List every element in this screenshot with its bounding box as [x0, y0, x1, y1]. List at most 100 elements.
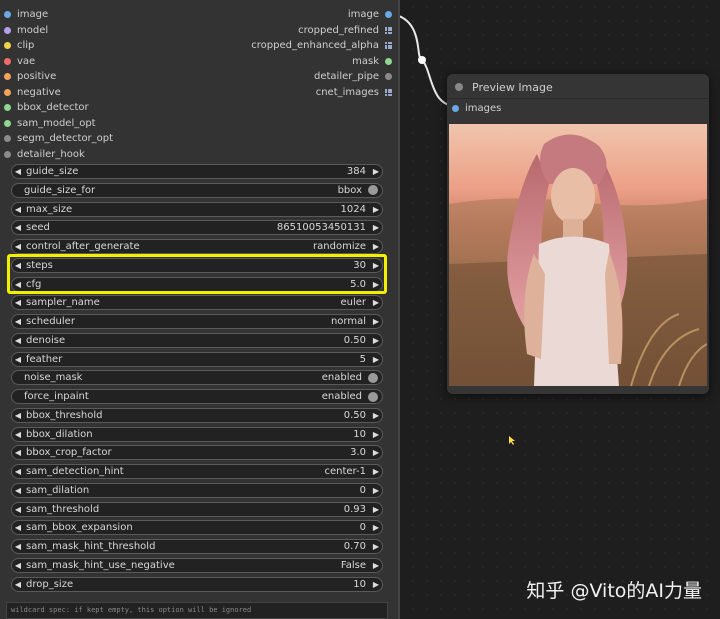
- increment-arrow-icon[interactable]: ▶: [370, 542, 382, 551]
- input-slot-detailer-hook[interactable]: detailer_hook: [4, 147, 85, 162]
- increment-arrow-icon[interactable]: ▶: [370, 580, 382, 589]
- widget-force-inpaint[interactable]: force_inpaint enabled: [11, 389, 383, 404]
- increment-arrow-icon[interactable]: ▶: [370, 448, 382, 457]
- decrement-arrow-icon[interactable]: ◀: [12, 411, 24, 420]
- increment-arrow-icon[interactable]: ▶: [370, 205, 382, 214]
- decrement-arrow-icon[interactable]: ◀: [12, 561, 24, 570]
- widget-seed[interactable]: ◀ seed 86510053450131 ▶: [11, 220, 383, 236]
- widget-sam-mask-hint-use-negative[interactable]: ◀ sam_mask_hint_use_negative False ▶: [11, 557, 383, 573]
- input-slot-segm-detector-opt[interactable]: segm_detector_opt: [4, 131, 113, 146]
- decrement-arrow-icon[interactable]: ◀: [12, 167, 24, 176]
- widget-sampler-name[interactable]: ◀ sampler_name euler ▶: [11, 295, 383, 311]
- output-slot-cnet-images[interactable]: cnet_images: [316, 85, 392, 100]
- input-slot-image[interactable]: image: [4, 7, 48, 22]
- increment-arrow-icon[interactable]: ▶: [370, 523, 382, 532]
- widget-sam-mask-hint-threshold[interactable]: ◀ sam_mask_hint_threshold 0.70 ▶: [11, 539, 383, 554]
- widget-feather[interactable]: ◀ feather 5 ▶: [11, 351, 383, 367]
- decrement-arrow-icon[interactable]: ◀: [12, 486, 24, 495]
- increment-arrow-icon[interactable]: ▶: [370, 317, 382, 326]
- decrement-arrow-icon[interactable]: ◀: [12, 223, 24, 232]
- input-socket-icon[interactable]: [4, 26, 11, 34]
- increment-arrow-icon[interactable]: ▶: [370, 411, 382, 420]
- increment-arrow-icon[interactable]: ▶: [370, 561, 382, 570]
- increment-arrow-icon[interactable]: ▶: [370, 336, 382, 345]
- input-socket-icon[interactable]: [4, 135, 11, 142]
- increment-arrow-icon[interactable]: ▶: [370, 486, 382, 495]
- decrement-arrow-icon[interactable]: ◀: [12, 336, 24, 345]
- output-slot-detailer-pipe[interactable]: detailer_pipe: [314, 69, 392, 84]
- decrement-arrow-icon[interactable]: ◀: [12, 505, 24, 514]
- decrement-arrow-icon[interactable]: ◀: [12, 317, 24, 326]
- output-slot-cropped-refined[interactable]: cropped_refined: [298, 23, 392, 38]
- increment-arrow-icon[interactable]: ▶: [370, 430, 382, 439]
- input-slot-sam-model-opt[interactable]: sam_model_opt: [4, 116, 96, 131]
- output-slot-image[interactable]: image: [348, 7, 392, 22]
- preview-image-node[interactable]: Preview Image images: [447, 74, 709, 394]
- list-socket-icon[interactable]: [385, 42, 392, 49]
- decrement-arrow-icon[interactable]: ◀: [12, 542, 24, 551]
- widget-sam-threshold[interactable]: ◀ sam_threshold 0.93 ▶: [11, 501, 383, 517]
- collapse-dot-icon[interactable]: [455, 83, 463, 91]
- decrement-arrow-icon[interactable]: ◀: [12, 580, 24, 589]
- widget-drop-size[interactable]: ◀ drop_size 10 ▶: [11, 576, 383, 592]
- wildcard-textarea[interactable]: wildcard spec: if kept empty, this optio…: [6, 602, 388, 619]
- increment-arrow-icon[interactable]: ▶: [370, 355, 382, 364]
- widget-sam-bbox-expansion[interactable]: ◀ sam_bbox_expansion 0 ▶: [11, 520, 383, 536]
- widget-guide-size-for[interactable]: guide_size_for bbox: [11, 182, 383, 198]
- list-socket-icon[interactable]: [385, 26, 392, 34]
- widget-noise-mask[interactable]: noise_mask enabled: [11, 370, 383, 386]
- input-socket-icon[interactable]: [4, 11, 11, 18]
- input-slot-negative[interactable]: negative: [4, 85, 61, 100]
- widget-denoise[interactable]: ◀ denoise 0.50 ▶: [11, 332, 383, 348]
- widget-guide-size[interactable]: ◀ guide_size 384 ▶: [11, 164, 383, 179]
- input-slot-vae[interactable]: vae: [4, 54, 35, 69]
- increment-arrow-icon[interactable]: ▶: [370, 467, 382, 476]
- increment-arrow-icon[interactable]: ▶: [370, 505, 382, 514]
- preview-node-header[interactable]: Preview Image: [455, 78, 553, 96]
- input-slot-clip[interactable]: clip: [4, 38, 34, 53]
- input-socket-icon[interactable]: [4, 57, 11, 65]
- input-socket-icon[interactable]: [4, 42, 11, 49]
- io-row: segm_detector_opt: [0, 131, 398, 146]
- toggle-knob-icon[interactable]: [368, 391, 378, 402]
- widget-scheduler[interactable]: ◀ scheduler normal ▶: [11, 314, 383, 329]
- decrement-arrow-icon[interactable]: ◀: [12, 523, 24, 532]
- output-slot-mask[interactable]: mask: [352, 54, 392, 69]
- decrement-arrow-icon[interactable]: ◀: [12, 205, 24, 214]
- list-socket-icon[interactable]: [385, 88, 392, 96]
- output-socket-icon[interactable]: [385, 11, 392, 18]
- widget-bbox-crop-factor[interactable]: ◀ bbox_crop_factor 3.0 ▶: [11, 445, 383, 461]
- decrement-arrow-icon[interactable]: ◀: [12, 242, 24, 251]
- increment-arrow-icon[interactable]: ▶: [370, 242, 382, 251]
- toggle-knob-icon[interactable]: [368, 372, 378, 383]
- input-slot-bbox-detector[interactable]: bbox_detector: [4, 100, 89, 115]
- decrement-arrow-icon[interactable]: ◀: [12, 467, 24, 476]
- input-slot-model[interactable]: model: [4, 23, 48, 38]
- face-detailer-node[interactable]: image image model cropped_refined clip croppe…: [0, 0, 400, 619]
- input-slot-positive[interactable]: positive: [4, 69, 56, 84]
- increment-arrow-icon[interactable]: ▶: [370, 223, 382, 232]
- input-socket-icon[interactable]: [4, 119, 11, 127]
- input-socket-icon[interactable]: [452, 104, 459, 112]
- preview-input-slot[interactable]: images: [452, 100, 501, 116]
- input-socket-icon[interactable]: [4, 150, 11, 158]
- widget-sam-detection-hint[interactable]: ◀ sam_detection_hint center-1 ▶: [11, 464, 383, 479]
- increment-arrow-icon[interactable]: ▶: [370, 298, 382, 307]
- decrement-arrow-icon[interactable]: ◀: [12, 355, 24, 364]
- increment-arrow-icon[interactable]: ▶: [370, 167, 382, 176]
- decrement-arrow-icon[interactable]: ◀: [12, 448, 24, 457]
- widget-sam-dilation[interactable]: ◀ sam_dilation 0 ▶: [11, 482, 383, 498]
- widget-max-size[interactable]: ◀ max_size 1024 ▶: [11, 201, 383, 217]
- output-socket-icon[interactable]: [385, 57, 392, 65]
- decrement-arrow-icon[interactable]: ◀: [12, 298, 24, 307]
- widget-bbox-threshold[interactable]: ◀ bbox_threshold 0.50 ▶: [11, 407, 383, 423]
- input-socket-icon[interactable]: [4, 88, 11, 96]
- toggle-knob-icon[interactable]: [368, 185, 378, 196]
- widget-bbox-dilation[interactable]: ◀ bbox_dilation 10 ▶: [11, 426, 383, 442]
- decrement-arrow-icon[interactable]: ◀: [12, 430, 24, 439]
- output-socket-icon[interactable]: [385, 73, 392, 80]
- input-socket-icon[interactable]: [4, 104, 11, 111]
- input-socket-icon[interactable]: [4, 73, 11, 80]
- output-slot-cropped-enhanced-alpha[interactable]: cropped_enhanced_alpha: [251, 38, 392, 53]
- widget-control-after-generate[interactable]: ◀ control_after_generate randomize ▶: [11, 239, 383, 254]
